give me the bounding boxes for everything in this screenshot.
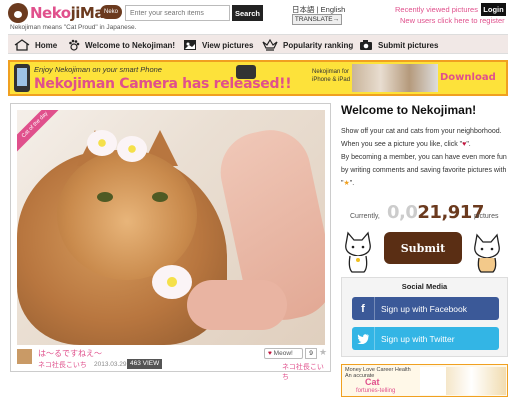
- meow-button[interactable]: ♥ Meow!: [264, 348, 303, 359]
- counter-faded-digits: 0,0: [387, 202, 418, 223]
- meow-label: Meow!: [273, 350, 293, 357]
- welcome-line-part: By becoming a member, you can have even …: [341, 154, 507, 187]
- photo-flower: [152, 265, 192, 299]
- picture-counter: 0,021,917: [387, 202, 484, 223]
- paw-icon: [8, 3, 28, 23]
- tagline: Nekojiman means "Cat Proud" in Japanese.: [10, 24, 137, 31]
- nav-label: Welcome to Nekojiman!: [85, 40, 176, 50]
- login-button[interactable]: Login: [481, 3, 506, 16]
- banner-cat-photos: [352, 64, 438, 92]
- twitter-label: Sign up with Twitter: [381, 333, 455, 344]
- facebook-label: Sign up with Facebook: [381, 303, 467, 314]
- nav-item-popularity[interactable]: Popularity ranking: [262, 38, 353, 52]
- counter-unit: pictures: [474, 213, 499, 220]
- site-header: NekojiMan Neko CAT Nekojiman means "Cat …: [0, 0, 515, 35]
- nav-label: Submit pictures: [378, 40, 439, 50]
- photo-flower: [87, 130, 117, 156]
- fortune-cat-label: Cat: [365, 377, 380, 387]
- welcome-line-part: When you see a picture you like, click ": [341, 141, 463, 148]
- photo-owner[interactable]: ネコ社長こいち: [282, 362, 330, 382]
- camera-app-banner[interactable]: Enjoy Nekojiman on your smart Phone Neko…: [8, 60, 508, 96]
- social-media-box: Social Media f Sign up with Facebook Sig…: [341, 277, 508, 357]
- recently-viewed-link[interactable]: Recently viewed pictures: [395, 5, 478, 14]
- cat-fortune-banner[interactable]: Money Love Career Health An accurate Cat…: [341, 364, 508, 397]
- fortune-subtitle: fortunes-telling: [356, 388, 396, 394]
- main-nav: Home Welcome to Nekojiman! View pictures…: [8, 34, 508, 54]
- cartoon-cat-icon: [345, 231, 371, 273]
- camera-icon: [360, 40, 372, 50]
- photo-hand-lower: [187, 280, 287, 330]
- nav-label: View pictures: [202, 40, 254, 50]
- cartoon-cat-icon: [474, 233, 500, 273]
- crown-icon: [262, 39, 278, 51]
- lang-japanese-link[interactable]: 日本語: [292, 5, 315, 14]
- home-icon: [14, 39, 30, 51]
- camera-icon: [236, 65, 256, 79]
- logo-badge: Neko CAT: [100, 5, 122, 29]
- welcome-line: Show off your cat and cats from your nei…: [341, 128, 502, 135]
- photo-flower: [117, 136, 147, 162]
- meow-count: 9: [305, 348, 317, 359]
- banner-download[interactable]: Download: [440, 72, 496, 83]
- twitter-icon: [352, 327, 375, 350]
- featured-photo-card: Cat of the day は～るですねえ～ ネコ社長こいち 2013.03.…: [10, 103, 331, 381]
- counter-label: Currently,: [350, 213, 380, 220]
- nav-item-welcome[interactable]: Welcome to Nekojiman!: [68, 38, 175, 52]
- welcome-line-part: ".: [466, 141, 471, 148]
- submit-button[interactable]: Submit: [384, 232, 462, 264]
- photo-cat-eye: [152, 192, 168, 202]
- view-count-badge: 463 VIEW: [127, 359, 163, 369]
- heart-icon: ♥: [268, 350, 272, 357]
- smartphone-icon: [14, 64, 30, 92]
- favorite-star-icon[interactable]: ★: [319, 347, 327, 358]
- welcome-line-part: ".: [349, 180, 355, 187]
- register-link[interactable]: New users click here to register: [400, 16, 505, 25]
- lang-separator: |: [316, 5, 319, 14]
- nav-item-home[interactable]: Home: [14, 38, 57, 52]
- welcome-line: By becoming a member, you can have even …: [341, 151, 509, 190]
- featured-cat-photo[interactable]: Cat of the day: [17, 110, 325, 345]
- site-logo[interactable]: NekojiMan Neko CAT: [8, 3, 122, 29]
- fortune-cat-illustrations: [420, 367, 506, 395]
- cat-of-the-day-ribbon: Cat of the day: [17, 110, 62, 152]
- nav-item-view-pictures[interactable]: View pictures: [183, 38, 253, 52]
- search-input[interactable]: [125, 5, 230, 21]
- photo-date: 2013.03.29: [94, 361, 127, 368]
- welcome-line: When you see a picture you like, click "…: [341, 138, 509, 151]
- search-button[interactable]: Search: [232, 5, 263, 21]
- photo-cat-eye: [97, 192, 113, 202]
- facebook-signup-button[interactable]: f Sign up with Facebook: [352, 297, 499, 320]
- twitter-signup-button[interactable]: Sign up with Twitter: [352, 327, 499, 350]
- welcome-text: Show off your cat and cats from your nei…: [341, 125, 509, 190]
- translate-button[interactable]: TRANSLATE→: [292, 14, 342, 25]
- facebook-icon: f: [352, 297, 375, 320]
- photo-cat-face: [57, 150, 197, 280]
- welcome-title: Welcome to Nekojiman!: [341, 103, 477, 117]
- lang-english-link[interactable]: English: [321, 5, 346, 14]
- avatar[interactable]: [17, 349, 32, 364]
- photo-title[interactable]: は～るですねえ～: [38, 348, 102, 359]
- banner-subtitle: Enjoy Nekojiman on your smart Phone: [34, 65, 162, 74]
- social-title: Social Media: [401, 282, 448, 291]
- photo-user[interactable]: ネコ社長こいち: [38, 360, 87, 370]
- pictures-icon: [184, 40, 196, 50]
- nav-label: Popularity ranking: [283, 40, 354, 50]
- paw-icon: [69, 39, 80, 51]
- nav-item-submit[interactable]: Submit pictures: [359, 38, 438, 52]
- nav-label: Home: [35, 40, 58, 50]
